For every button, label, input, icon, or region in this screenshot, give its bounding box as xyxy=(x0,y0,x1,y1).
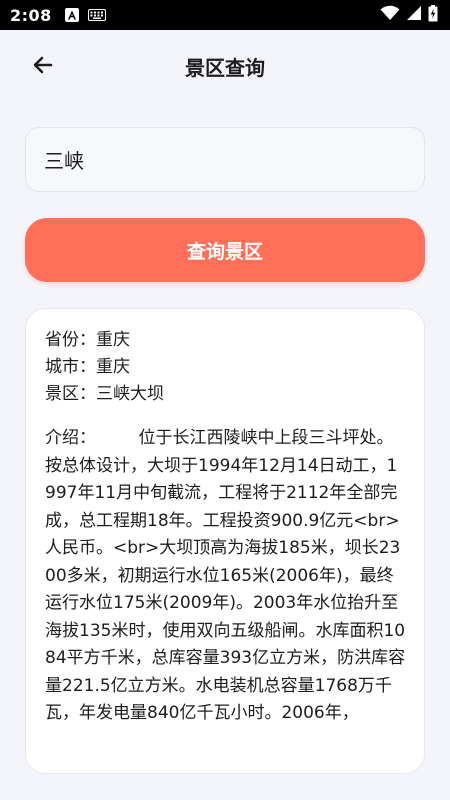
query-button-label: 查询景区 xyxy=(186,240,263,263)
keyboard-icon xyxy=(87,9,106,21)
cellular-icon xyxy=(406,5,422,25)
result-card: 省份：重庆 城市：重庆 景区：三峡大坝 介绍： 位于长江西陵峡中上段三斗坪处。按… xyxy=(25,308,425,774)
query-scenic-button[interactable]: 查询景区 xyxy=(25,218,425,282)
wifi-icon xyxy=(380,5,400,25)
battery-icon xyxy=(428,4,438,26)
city-text: 城市：重庆 xyxy=(45,357,130,377)
scenic-name-text: 景区：三峡大坝 xyxy=(45,384,164,404)
search-field[interactable] xyxy=(25,127,425,192)
province-text: 省份：重庆 xyxy=(45,330,130,350)
intro-text: 介绍： 位于长江西陵峡中上段三斗坪处。按总体设计，大坝于1994年12月14日动… xyxy=(45,428,406,723)
status-time: 2:08 xyxy=(10,5,52,25)
app-bar: 景区查询 xyxy=(0,30,450,104)
a-notification-icon xyxy=(64,7,80,23)
status-right-group xyxy=(380,4,438,26)
search-input[interactable] xyxy=(44,147,406,172)
status-bar: 2:08 xyxy=(0,0,450,30)
page-title: 景区查询 xyxy=(185,56,265,80)
